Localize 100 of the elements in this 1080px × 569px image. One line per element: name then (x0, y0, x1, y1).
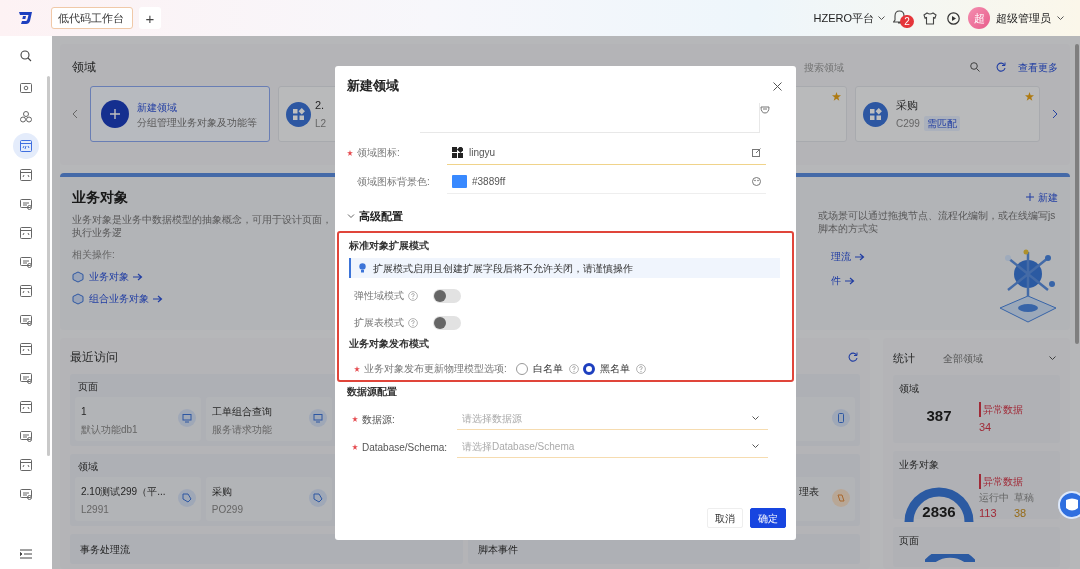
refresh-icon[interactable] (996, 62, 1006, 72)
related-link[interactable]: 组合业务对象 (72, 291, 163, 306)
recent-item[interactable]: 采购 PO299 (205, 477, 332, 521)
search-icon[interactable] (20, 50, 32, 62)
item-subtitle: 默认功能db1 (81, 423, 138, 437)
status-label: 草稿 (1014, 490, 1035, 505)
new-domain-card[interactable]: 新建领域 分组管理业务对象及功能等 (90, 86, 270, 142)
field-label: 数据源: (362, 412, 395, 427)
app-icon (19, 487, 33, 501)
nav-item[interactable] (13, 133, 39, 159)
panel-description: 业务对象是业务中数据模型的抽象概念，可用于设计页面，执行业务逻 (72, 213, 333, 239)
cancel-button[interactable]: 取消 (707, 508, 743, 528)
new-link[interactable]: 新建 (1026, 187, 1058, 207)
app-icon (19, 342, 33, 356)
flow-icon (832, 489, 850, 507)
tag-icon (177, 489, 196, 507)
chevron-down-icon (752, 444, 759, 449)
recent-item[interactable]: 2.10测试299（平... L2991 (75, 477, 201, 521)
notification-badge: 2 (900, 15, 914, 28)
app-icon (19, 313, 33, 327)
toggle-label: 扩展表模式 (354, 316, 404, 330)
scrollbar[interactable] (1075, 44, 1079, 344)
related-link[interactable]: 件 (831, 273, 855, 288)
radio-button[interactable] (582, 362, 595, 375)
view-more-link[interactable]: 查看更多 (1018, 59, 1058, 75)
item-title: 工单组合查询 (211, 405, 272, 419)
item-title: 理表 (799, 485, 820, 499)
chevron-down-icon (1057, 15, 1064, 21)
panel-title: 统计 (893, 351, 916, 366)
search-icon[interactable] (970, 62, 980, 72)
monitor-icon (177, 409, 196, 427)
shirt-icon[interactable] (923, 11, 937, 25)
help-icon (568, 363, 579, 374)
card-description: 分组管理业务对象及功能等 (137, 116, 258, 129)
item-title: 2.10测试299（平... (81, 485, 166, 499)
add-tab-button[interactable]: + (139, 7, 161, 29)
field-label: 领域图标背景色: (357, 175, 430, 189)
card-title: 新建领域 (137, 100, 177, 115)
chevron-down-icon (752, 416, 759, 421)
app-icon (19, 400, 33, 414)
refresh-icon[interactable] (848, 352, 858, 362)
recent-item[interactable]: 1 默认功能db1 (75, 397, 201, 441)
radio-option[interactable]: 黑名单 (582, 361, 630, 376)
chevron-left-icon[interactable] (72, 109, 78, 119)
color-field[interactable]: #3889ff (447, 169, 766, 194)
related-link[interactable]: 理流 (831, 249, 865, 264)
palette-icon (752, 176, 761, 186)
app-icon (19, 429, 33, 443)
app-icon (19, 255, 33, 269)
page-tab[interactable]: 低代码工作台 (51, 7, 133, 29)
section-title: 业务对象发布模式 (349, 337, 429, 351)
plus-icon (1026, 193, 1034, 201)
plus-icon (101, 100, 129, 128)
group-title: 页面 (78, 380, 98, 394)
app-icon (19, 197, 33, 211)
domain-card[interactable]: 采购 C299 需匹配 (855, 86, 1040, 142)
assistant-icon[interactable] (1058, 491, 1080, 519)
arrow-icon (845, 276, 855, 285)
group-title: 领域 (78, 460, 98, 474)
radio-option[interactable]: 白名单 (515, 361, 563, 376)
advanced-section-toggle[interactable]: 高级配置 (347, 206, 403, 226)
app-icon (19, 458, 33, 472)
status-value: 38 (1014, 505, 1028, 521)
chevron-right-icon[interactable] (1052, 109, 1058, 119)
menu-icon[interactable] (20, 549, 32, 559)
stat-title: 页面 (899, 533, 919, 548)
alert-label: 异常数据 (979, 402, 1023, 417)
close-icon[interactable] (773, 81, 782, 91)
stat-value: 387 (926, 406, 952, 426)
edit-icon (752, 147, 761, 157)
field-label: 领域图标: (357, 146, 400, 160)
dialog-title: 新建领域 (347, 77, 399, 96)
icon-field[interactable]: lingyu (447, 140, 766, 165)
grid-icon (452, 146, 463, 158)
cube-icon (72, 292, 84, 305)
platform-dropdown[interactable]: HZERO平台 (813, 9, 885, 27)
item-title: 1 (81, 405, 87, 419)
toggle-label: 弹性域模式 (354, 289, 404, 303)
confirm-button[interactable]: 确定 (750, 508, 786, 528)
toggle-switch[interactable] (433, 288, 461, 303)
stat-title: 领域 (899, 381, 919, 396)
recent-item[interactable]: 工单组合查询 服务请求功能 (205, 397, 332, 441)
related-label: 相关操作: (72, 248, 115, 262)
chevron-down-icon (1049, 355, 1056, 361)
item-subtitle: PO299 (211, 503, 243, 517)
app-icon (19, 139, 33, 153)
help-icon (635, 363, 646, 374)
toggle-switch[interactable] (433, 315, 461, 330)
alert-text: 扩展模式启用且创建扩展字段后将不允许关闭，请谨慎操作 (373, 261, 633, 276)
related-link[interactable]: 业务对象 (72, 269, 143, 284)
status-tag: 需匹配 (923, 116, 960, 132)
app-icon (19, 110, 33, 124)
user-menu[interactable]: 超级管理员 (996, 9, 1064, 27)
alert-label: 异常数据 (979, 473, 1023, 489)
scrollbar[interactable] (47, 76, 50, 456)
play-icon[interactable] (947, 11, 960, 25)
grid-icon (286, 101, 311, 127)
monitor-icon (308, 409, 327, 427)
group-title: 脚本事件 (477, 543, 518, 557)
domain-select[interactable]: 全部领域 (943, 350, 1060, 366)
